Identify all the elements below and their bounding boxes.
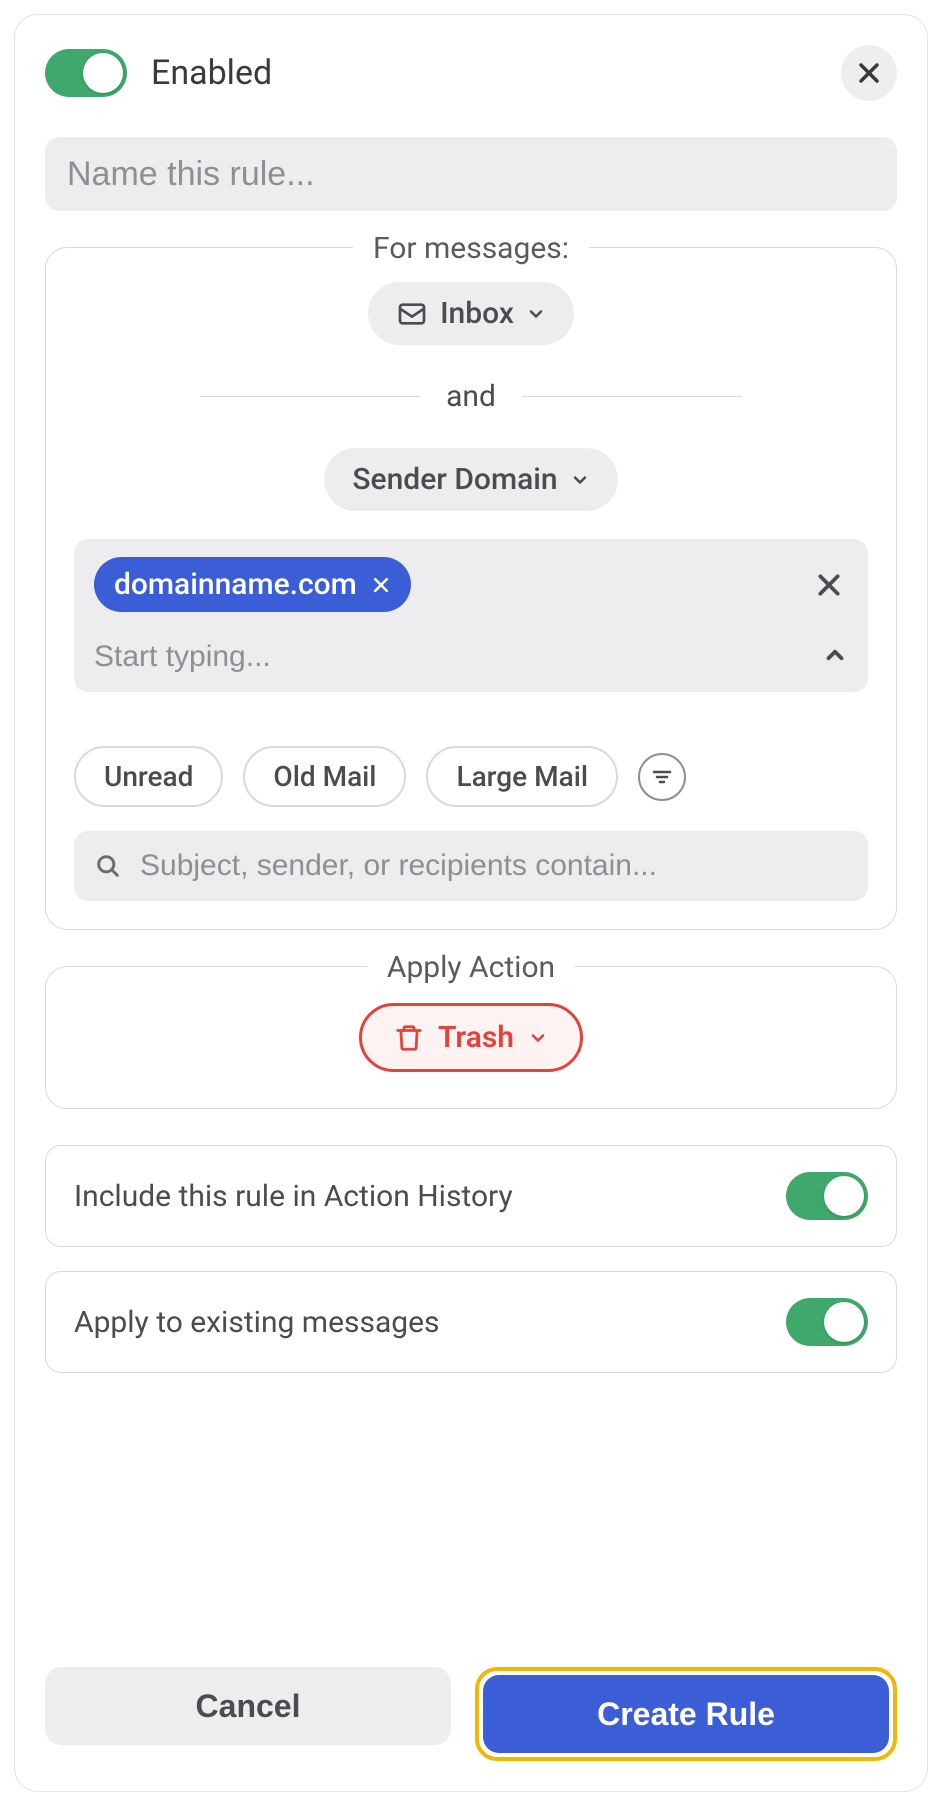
folder-select[interactable]: Inbox: [368, 282, 574, 345]
enabled-label: Enabled: [151, 53, 272, 93]
rule-name-input[interactable]: [45, 137, 897, 211]
search-box[interactable]: [74, 831, 868, 901]
collapse-button[interactable]: [822, 642, 848, 672]
chip-remove-icon[interactable]: [371, 575, 391, 595]
typing-row: [94, 640, 848, 674]
inbox-icon: [396, 298, 428, 330]
chevron-down-icon: [570, 470, 590, 490]
filter-icon: [650, 765, 674, 789]
option-include-history-label: Include this rule in Action History: [74, 1179, 513, 1214]
close-icon: [857, 61, 881, 85]
close-icon: [816, 572, 842, 598]
for-messages-legend: For messages:: [353, 231, 589, 266]
domain-clear-button[interactable]: [810, 566, 848, 604]
search-icon: [94, 852, 122, 880]
apply-action-legend: Apply Action: [367, 950, 575, 985]
domain-chip-label: domainname.com: [114, 567, 357, 602]
action-label: Trash: [438, 1020, 514, 1055]
apply-action-section: Apply Action Trash: [45, 966, 897, 1109]
enabled-toggle[interactable]: [45, 49, 127, 97]
enable-group: Enabled: [45, 49, 272, 97]
trash-icon: [394, 1023, 424, 1053]
domain-typing-input[interactable]: [94, 640, 697, 674]
chevron-down-icon: [528, 1028, 548, 1048]
filter-unread[interactable]: Unread: [74, 746, 223, 807]
chevron-up-icon: [822, 642, 848, 668]
option-include-history: Include this rule in Action History: [45, 1145, 897, 1247]
action-select[interactable]: Trash: [359, 1003, 583, 1072]
filter-large-mail[interactable]: Large Mail: [426, 746, 618, 807]
filter-row: Unread Old Mail Large Mail: [74, 746, 868, 807]
create-rule-button[interactable]: Create Rule: [483, 1675, 889, 1753]
condition-label: Sender Domain: [352, 462, 557, 497]
domain-input-box: domainname.com: [74, 539, 868, 692]
chevron-down-icon: [526, 304, 546, 324]
more-filters-button[interactable]: [638, 753, 686, 801]
chip-row: domainname.com: [94, 557, 848, 612]
toggle-knob: [824, 1302, 864, 1342]
toggle-knob: [83, 53, 123, 93]
include-history-toggle[interactable]: [786, 1172, 868, 1220]
option-apply-existing: Apply to existing messages: [45, 1271, 897, 1373]
close-button[interactable]: [841, 45, 897, 101]
and-divider: and: [74, 379, 868, 414]
option-apply-existing-label: Apply to existing messages: [74, 1305, 440, 1340]
options-stack: Include this rule in Action History Appl…: [45, 1145, 897, 1373]
rule-editor-panel: Enabled For messages: Inbox and Sender D…: [14, 14, 928, 1792]
apply-existing-toggle[interactable]: [786, 1298, 868, 1346]
and-label: and: [446, 379, 496, 414]
button-row: Cancel Create Rule: [45, 1667, 897, 1761]
create-button-highlight: Create Rule: [475, 1667, 897, 1761]
domain-chip[interactable]: domainname.com: [94, 557, 411, 612]
header-row: Enabled: [45, 45, 897, 101]
search-input[interactable]: [140, 849, 848, 883]
cancel-button[interactable]: Cancel: [45, 1667, 451, 1745]
filter-old-mail[interactable]: Old Mail: [243, 746, 406, 807]
for-messages-section: For messages: Inbox and Sender Domain do…: [45, 247, 897, 930]
folder-label: Inbox: [440, 296, 514, 331]
toggle-knob: [824, 1176, 864, 1216]
condition-select[interactable]: Sender Domain: [324, 448, 617, 511]
